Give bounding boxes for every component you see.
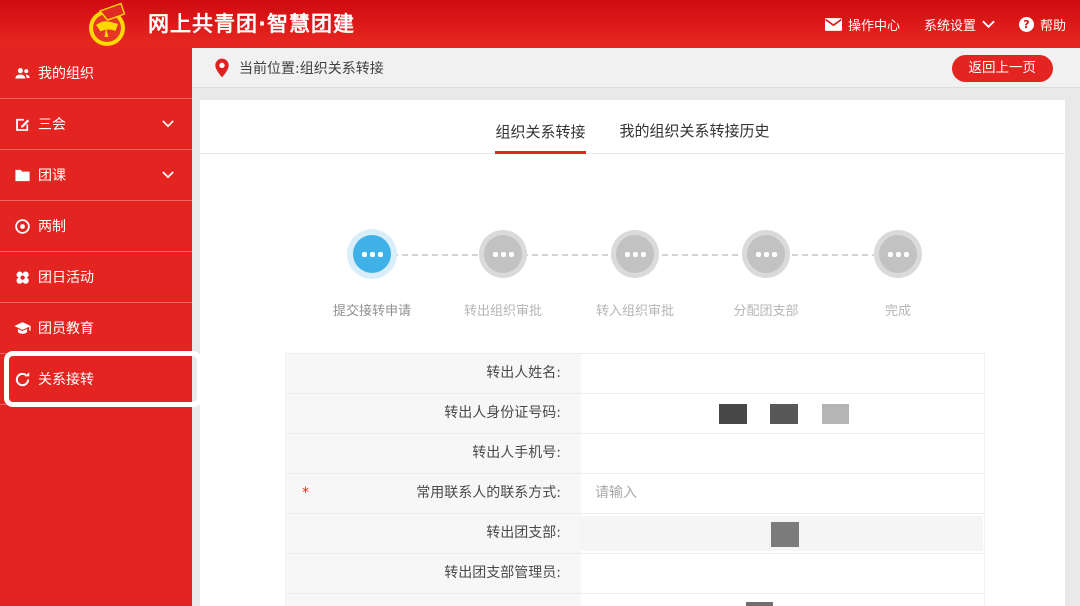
sidebar-item-label: 三会 <box>38 117 66 133</box>
step-circle <box>879 235 917 273</box>
folder-icon <box>15 169 30 181</box>
field-value <box>581 434 984 473</box>
back-button[interactable]: 返回上一页 <box>951 55 1053 82</box>
step-complete: 完成 <box>833 235 963 319</box>
sidebar-item-two-systems[interactable]: 两制 <box>0 201 192 252</box>
transfer-icon <box>15 371 30 386</box>
menu-item-label: 帮助 <box>1039 18 1066 34</box>
users-icon <box>15 67 30 78</box>
form-row-transferor-phone: 转出人手机号: <box>286 434 984 474</box>
step-label: 转入组织审批 <box>595 304 674 319</box>
sidebar-item-label: 团员教育 <box>38 321 94 337</box>
field-value <box>581 554 984 593</box>
sidebar-item-label: 两制 <box>38 219 66 235</box>
sidebar-item-label: 团课 <box>38 168 66 184</box>
sidebar-item-label: 团日活动 <box>38 270 94 286</box>
step-circle <box>484 235 522 273</box>
sidebar-item-label: 我的组织 <box>38 66 94 82</box>
form-row-contact-method: * 常用联系人的联系方式: 请输入 <box>286 474 984 514</box>
tab-bar: 组织关系转接 我的组织关系转接历史 <box>200 100 1065 154</box>
activity-icon <box>16 271 29 284</box>
transfer-form: 转出人姓名: 转出人身份证号码: 转出人手机号: * 常用联系人的联系方式: 请… <box>285 353 985 606</box>
contact-method-input[interactable]: 请输入 <box>581 474 984 513</box>
field-label: 转出团支部: <box>286 514 581 553</box>
chevron-down-icon <box>982 20 995 28</box>
breadcrumb-bar: 当前位置:组织关系转接 返回上一页 <box>192 48 1080 88</box>
edit-icon <box>16 118 30 131</box>
form-row-outgoing-branch: 转出团支部: <box>286 514 984 554</box>
sidebar-item-league-class[interactable]: 团课 <box>0 150 192 201</box>
field-label <box>286 594 581 606</box>
mail-icon <box>824 17 842 31</box>
app-window: 网上共青团·智慧团建 操作中心 系统设置 帮助 <box>0 0 1080 606</box>
redacted-value <box>746 602 773 606</box>
step-label: 完成 <box>884 304 911 319</box>
header-menu: 操作中心 系统设置 帮助 <box>824 0 1066 48</box>
tab-my-transfer-history[interactable]: 我的组织关系转接历史 <box>620 100 770 153</box>
main-content: 当前位置:组织关系转接 返回上一页 组织关系转接 我的组织关系转接历史 提交接转… <box>192 48 1080 606</box>
help-icon <box>1018 16 1034 32</box>
chevron-down-icon <box>162 171 174 179</box>
step-circle <box>616 235 654 273</box>
required-marker: * <box>302 485 309 501</box>
sidebar-nav: 我的组织 三会 团课 两制 团日活动 团员教育 关系接转 <box>0 48 202 606</box>
content-card: 组织关系转接 我的组织关系转接历史 提交接转申请 转出组织审批 转入组织审批 分… <box>200 100 1065 606</box>
step-assign-branch: 分配团支部 <box>701 235 831 319</box>
menu-item-operation-center[interactable]: 操作中心 <box>824 15 900 34</box>
step-submit-application: 提交接转申请 <box>307 235 437 319</box>
sidebar-item-my-organization[interactable]: 我的组织 <box>0 48 192 99</box>
field-label: 转出人身份证号码: <box>286 394 581 433</box>
sidebar-item-three-meetings[interactable]: 三会 <box>0 99 192 150</box>
sidebar-item-member-education[interactable]: 团员教育 <box>0 303 192 354</box>
top-header: 网上共青团·智慧团建 操作中心 系统设置 帮助 <box>0 0 1080 48</box>
sidebar-item-label: 关系接转 <box>38 372 94 388</box>
redacted-value <box>822 404 849 424</box>
step-label: 提交接转申请 <box>332 304 411 319</box>
redacted-value <box>771 522 799 547</box>
step-circle <box>747 235 785 273</box>
sidebar-item-relationship-transfer[interactable]: 关系接转 <box>0 351 202 407</box>
field-label: 转出人姓名: <box>286 354 581 393</box>
field-value <box>581 594 984 606</box>
form-row-transferor-id-number: 转出人身份证号码: <box>286 394 984 434</box>
menu-item-label: 操作中心 <box>847 18 900 34</box>
form-row-partial <box>286 594 984 606</box>
tab-organization-transfer[interactable]: 组织关系转接 <box>495 100 586 154</box>
step-label: 转出组织审批 <box>463 304 542 319</box>
input-placeholder: 请输入 <box>595 485 637 501</box>
field-value <box>581 354 984 393</box>
redacted-value <box>770 404 798 424</box>
redacted-value <box>719 404 747 424</box>
chevron-down-icon <box>162 120 174 128</box>
field-label: * 常用联系人的联系方式: <box>286 474 581 513</box>
menu-item-label: 系统设置 <box>923 18 976 34</box>
menu-item-help[interactable]: 帮助 <box>1018 15 1066 34</box>
sidebar-item-league-day-activity[interactable]: 团日活动 <box>0 252 192 303</box>
target-icon <box>15 218 30 234</box>
education-icon <box>14 321 31 334</box>
app-title: 网上共青团·智慧团建 <box>148 12 355 36</box>
step-circle-active <box>353 235 391 273</box>
highlight-annotation-box <box>4 351 202 407</box>
field-label: 转出人手机号: <box>286 434 581 473</box>
location-pin-icon <box>215 58 229 77</box>
field-value <box>581 394 984 433</box>
step-label: 分配团支部 <box>733 304 799 319</box>
field-label-text: 常用联系人的联系方式: <box>416 485 561 501</box>
field-value <box>579 514 984 553</box>
form-row-transferor-name: 转出人姓名: <box>286 354 984 394</box>
menu-item-system-settings[interactable]: 系统设置 <box>924 15 995 34</box>
step-outgoing-approval: 转出组织审批 <box>438 235 568 319</box>
field-label: 转出团支部管理员: <box>286 554 581 593</box>
step-incoming-approval: 转入组织审批 <box>570 235 700 319</box>
breadcrumb: 当前位置:组织关系转接 <box>239 60 384 77</box>
form-row-outgoing-branch-admin: 转出团支部管理员: <box>286 554 984 594</box>
league-emblem-logo <box>89 2 126 46</box>
